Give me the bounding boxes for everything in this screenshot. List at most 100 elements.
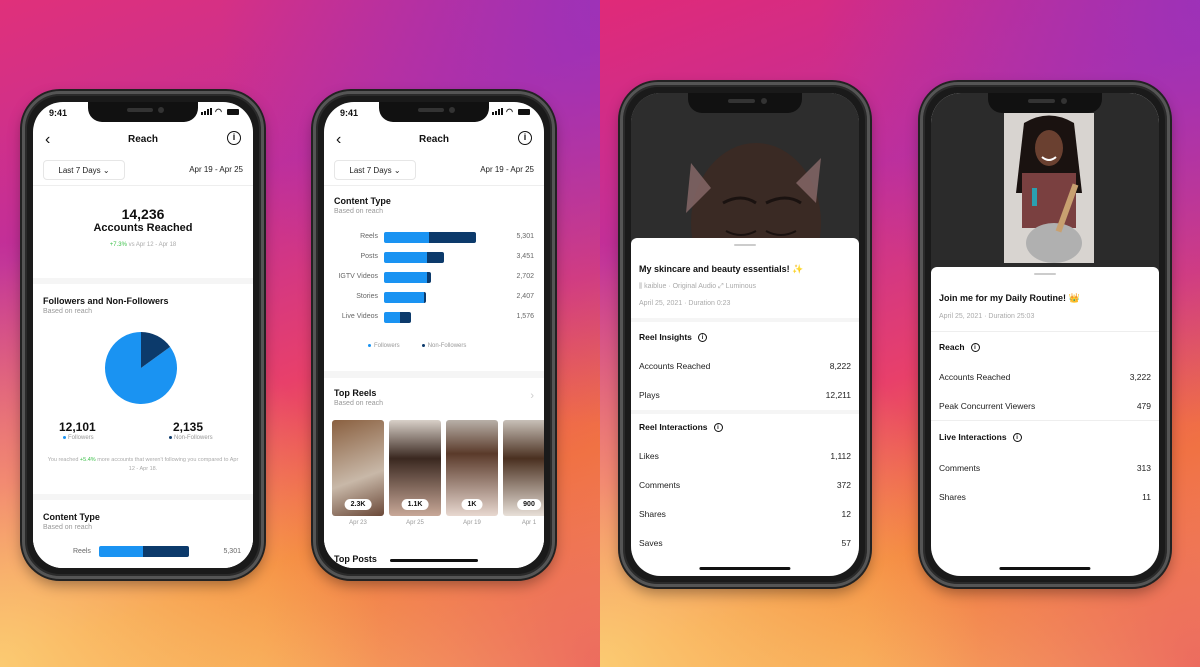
metric-value: 372 xyxy=(836,480,851,490)
followers-section-subtitle: Based on reach xyxy=(43,308,93,315)
metric-label: Comments xyxy=(639,480,681,490)
phone-notch xyxy=(88,102,198,122)
reach-change-text: +7.3% vs Apr 12 - Apr 18 xyxy=(33,242,253,248)
home-indicator xyxy=(390,559,478,562)
metric-value: 12 xyxy=(841,509,851,519)
legend-non-followers-label: Non-Followers xyxy=(427,343,467,349)
legend-followers-label: Followers xyxy=(374,343,400,349)
info-icon[interactable]: i xyxy=(713,422,723,432)
top-reel-thumbnail[interactable]: 1K xyxy=(446,420,498,516)
bar-label: Stories xyxy=(356,293,378,300)
metric-label: Accounts Reached xyxy=(939,372,1011,382)
metric-row: Peak Concurrent Viewers 479 xyxy=(939,401,1151,411)
content-type-title: Content Type xyxy=(334,196,391,206)
non-followers-legend: Non-Followers xyxy=(169,435,213,441)
top-reel-thumbnail[interactable]: 1.1K xyxy=(389,420,441,516)
bar-segment-non-followers xyxy=(399,312,412,323)
note-suffix: more accounts that weren't following you… xyxy=(95,457,239,472)
info-icon[interactable]: i xyxy=(227,131,241,145)
bar-label: Reels xyxy=(73,548,91,555)
reel-audio[interactable]: kaiblue · Original Audio xyxy=(644,283,716,290)
reel-title: My skincare and beauty essentials! ✨ xyxy=(639,264,804,274)
home-indicator xyxy=(699,567,791,570)
phone-screen: 9:41 ◠ ‹ Reach i Last 7 Days ⌄ Apr 19 - … xyxy=(324,102,544,568)
info-icon[interactable]: i xyxy=(518,131,532,145)
chevron-right-icon[interactable]: › xyxy=(530,390,534,402)
phone-reach-overview: 9:41 ◠ ‹ Reach i Last 7 Days ⌄ Apr 19 - … xyxy=(22,91,264,579)
date-range-dropdown[interactable]: Last 7 Days ⌄ xyxy=(334,160,416,180)
reel-effect[interactable]: Luminous xyxy=(726,283,756,290)
info-icon[interactable]: i xyxy=(970,342,980,352)
metric-label: Shares xyxy=(639,509,666,519)
top-reel-thumbnail[interactable]: 2.3K xyxy=(332,420,384,516)
legend-non-followers: Non-Followers xyxy=(421,343,467,349)
info-icon[interactable]: i xyxy=(1012,432,1022,442)
top-reel-thumbnail[interactable]: 900 xyxy=(503,420,544,516)
content-type-subtitle: Based on reach xyxy=(43,524,93,531)
reel-insights-header: Reel Insights i xyxy=(639,332,707,342)
bar-posts xyxy=(384,252,444,263)
top-posts-title: Top Posts xyxy=(334,554,377,564)
phone-screen: 9:41 ◠ ‹ Reach i Last 7 Days ⌄ Apr 19 - … xyxy=(33,102,253,568)
metric-label: Accounts Reached xyxy=(639,361,711,371)
phone-screen: Join me for my Daily Routine! 👑 April 25… xyxy=(931,93,1159,576)
non-followers-dot-icon xyxy=(421,343,425,347)
bar-segment-non-followers xyxy=(427,272,431,283)
live-interactions-header: Live Interactions i xyxy=(939,432,1022,442)
sheet-grabber[interactable] xyxy=(1034,273,1056,275)
metric-row: Accounts Reached 3,222 xyxy=(939,372,1151,382)
non-followers-value: 2,135 xyxy=(173,420,204,434)
date-range-text: Apr 19 - Apr 25 xyxy=(480,165,534,174)
metric-row: Likes 1,112 xyxy=(639,451,851,461)
bar-segment-followers xyxy=(384,232,430,243)
sparkle-icon: ⤢ xyxy=(718,283,726,290)
bar-segment-followers xyxy=(99,546,144,557)
reel-reach-count: 1K xyxy=(461,499,483,510)
bar-label: Live Videos xyxy=(341,313,378,320)
info-icon[interactable]: i xyxy=(697,332,707,342)
bar-segment-followers xyxy=(384,312,400,323)
top-reels-carousel[interactable]: 2.3K Apr 23 1.1K Apr 25 1K Apr 19 900 Apr 1 xyxy=(332,420,544,530)
wifi-icon: ◠ xyxy=(506,107,513,116)
reel-reach-count: 900 xyxy=(517,499,541,510)
date-range-text: Apr 19 - Apr 25 xyxy=(189,165,243,174)
reach-change-compare: vs Apr 12 - Apr 18 xyxy=(126,242,177,248)
live-video-thumbnail[interactable] xyxy=(1004,113,1094,263)
date-range-dropdown[interactable]: Last 7 Days ⌄ xyxy=(43,160,125,180)
sheet-grabber[interactable] xyxy=(734,244,756,246)
reach-change-pct: +7.3% xyxy=(109,242,127,248)
bar-value: 1,576 xyxy=(516,313,534,320)
top-reels-subtitle: Based on reach xyxy=(334,400,384,407)
bar-segment-followers xyxy=(384,292,425,303)
reels-bar xyxy=(99,546,189,557)
page-title: Reach xyxy=(127,134,158,145)
phone-notch xyxy=(688,93,802,113)
non-followers-label: Non-Followers xyxy=(174,435,213,441)
bar-live-videos xyxy=(384,312,412,323)
reel-date: Apr 25 xyxy=(406,520,424,526)
reach-scroll-content[interactable]: 14,236 Accounts Reached +7.3% vs Apr 12 … xyxy=(33,186,253,568)
bar-value: 5,301 xyxy=(223,548,241,555)
phone-notch xyxy=(988,93,1102,113)
bar-stories xyxy=(384,292,426,303)
bar-row: Reels 5,301 xyxy=(324,232,544,244)
metric-row: Accounts Reached 8,222 xyxy=(639,361,851,371)
reel-interactions-header: Reel Interactions i xyxy=(639,422,723,432)
right-background-panel: My skincare and beauty essentials! ✨ ⫼ k… xyxy=(600,0,1200,667)
bar-value: 2,407 xyxy=(516,293,534,300)
live-insights-sheet: Join me for my Daily Routine! 👑 April 25… xyxy=(931,267,1159,576)
followers-legend: Followers xyxy=(63,435,94,441)
reel-date-duration: April 25, 2021 · Duration 0:23 xyxy=(639,300,731,307)
content-scroll[interactable]: Content Type Based on reach Reels 5,301 Po… xyxy=(324,186,544,568)
bar-label: Posts xyxy=(360,253,378,260)
bar-segment-followers xyxy=(384,252,427,263)
metric-value: 12,211 xyxy=(825,390,851,400)
note-prefix: You reached xyxy=(47,457,80,463)
accounts-reached-card: 14,236 Accounts Reached +7.3% vs Apr 12 … xyxy=(33,186,253,278)
bar-igtv-videos xyxy=(384,272,431,283)
filter-row: Last 7 Days ⌄ Apr 19 - Apr 25 xyxy=(33,158,253,186)
metric-row: Shares 12 xyxy=(639,509,851,519)
metric-label: Saves xyxy=(639,538,663,548)
reel-date: Apr 23 xyxy=(349,520,367,526)
metric-row: Shares 11 xyxy=(939,492,1151,502)
